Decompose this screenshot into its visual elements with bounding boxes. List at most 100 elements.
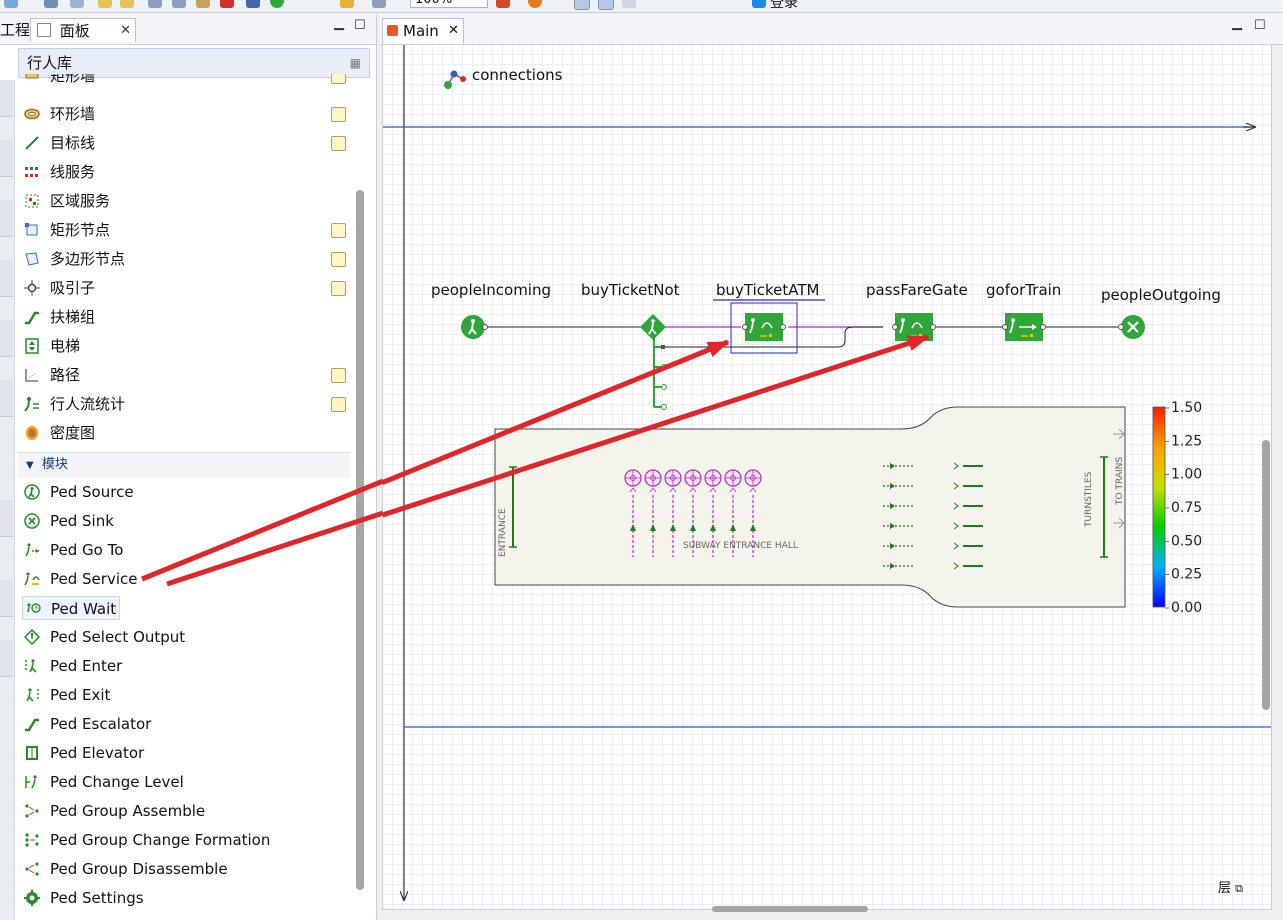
lib-item-target-line[interactable]: 目标线 <box>22 131 348 155</box>
lib-item-ped-service[interactable]: Ped Service <box>22 567 348 591</box>
block-peopleIncoming[interactable] <box>461 315 488 339</box>
minimize-icon[interactable]: ▁ <box>334 16 344 31</box>
edit-icon[interactable] <box>331 397 346 412</box>
tab-main-label: Main <box>403 22 439 40</box>
cut-icon[interactable] <box>148 0 162 8</box>
lib-item-ped-source[interactable]: Ped Source <box>22 480 348 504</box>
record-icon[interactable] <box>528 0 542 8</box>
block-goforTrain[interactable] <box>1002 313 1046 341</box>
edit-icon[interactable] <box>331 368 346 383</box>
section-modules[interactable]: ▼ 模块 <box>18 452 350 478</box>
lib-item-ped-group-change-formation[interactable]: Ped Group Change Formation <box>22 828 348 852</box>
edit-icon[interactable] <box>331 223 346 238</box>
undo-icon[interactable] <box>98 0 112 8</box>
canvas-horizontal-scrollbar[interactable] <box>712 906 868 912</box>
build-icon[interactable] <box>246 0 260 8</box>
legend-tick-label: 1.25 <box>1171 433 1202 449</box>
port[interactable] <box>661 345 665 349</box>
grid-view-icon[interactable]: ▦ <box>350 49 361 77</box>
login-link[interactable]: 登录 <box>770 0 798 12</box>
lib-item-label: Ped Escalator <box>50 715 152 733</box>
lib-item-label: 环形墙 <box>50 105 96 123</box>
layers-button[interactable]: 层 ⧉ <box>1218 877 1243 896</box>
edit-icon[interactable] <box>331 74 346 84</box>
agent-icon <box>387 25 398 36</box>
palette-scrollbar[interactable] <box>356 190 364 890</box>
tab-project[interactable]: 工程 <box>0 18 30 42</box>
lib-item-ped-settings[interactable]: Ped Settings <box>22 886 348 910</box>
lib-item-ped-change-level[interactable]: Ped Change Level <box>22 770 348 794</box>
model-canvas[interactable]: connections peopleIncoming buyTicketNot … <box>382 44 1272 910</box>
tools-icon[interactable] <box>372 0 386 8</box>
gutter-tab[interactable] <box>0 320 13 357</box>
lib-item-polygon-node[interactable]: 多边形节点 <box>22 247 348 271</box>
lib-item-ped-select-output[interactable]: Ped Select Output <box>22 625 348 649</box>
block-buyTicketATM[interactable] <box>730 302 798 354</box>
save-all-icon[interactable] <box>70 0 84 8</box>
tab-main[interactable]: Main ✕ <box>382 18 464 44</box>
maximize-icon[interactable]: ☐ <box>354 18 366 33</box>
grid-icon[interactable] <box>574 0 590 10</box>
port[interactable] <box>661 384 667 390</box>
entrance-hall-area[interactable] <box>494 406 1126 608</box>
port[interactable] <box>661 404 667 410</box>
block-peopleOutgoing[interactable] <box>1118 315 1146 339</box>
lib-item-ring-wall[interactable]: 环形墙 <box>22 102 348 126</box>
save-icon[interactable] <box>44 0 58 8</box>
lib-item-line-service[interactable]: 线服务 <box>22 160 348 184</box>
lib-item-attractor[interactable]: 吸引子 <box>22 276 348 300</box>
gutter-tab[interactable] <box>0 200 13 237</box>
lib-item-rect-node[interactable]: 矩形节点 <box>22 218 348 242</box>
lib-item-density-map[interactable]: 密度图 <box>22 421 348 445</box>
wand-icon[interactable] <box>340 0 354 8</box>
delete-icon[interactable] <box>220 0 234 8</box>
lib-item-path[interactable]: 路径 <box>22 363 348 387</box>
paste-icon[interactable] <box>196 0 210 8</box>
snap-icon[interactable] <box>598 0 614 10</box>
minimize-icon[interactable]: ▁ <box>1232 16 1242 31</box>
gutter-tab[interactable] <box>0 640 13 677</box>
edit-icon[interactable] <box>331 281 346 296</box>
maximize-icon[interactable]: ☐ <box>1254 18 1266 33</box>
lib-item-label: Ped Wait <box>51 600 117 618</box>
connections-icon[interactable] <box>444 70 466 90</box>
lib-item-rect-wall[interactable]: 矩形墙 <box>22 74 348 88</box>
close-icon[interactable]: ✕ <box>120 19 131 43</box>
run-icon[interactable] <box>270 0 284 8</box>
lib-item-ped-elevator[interactable]: Ped Elevator <box>22 741 348 765</box>
lib-item-ped-group-assemble[interactable]: Ped Group Assemble <box>22 799 348 823</box>
lib-item-area-service[interactable]: 区域服务 <box>22 189 348 213</box>
gutter-tab[interactable] <box>0 580 13 617</box>
lib-item-ped-group-disassemble[interactable]: Ped Group Disassemble <box>22 857 348 881</box>
gutter-tab[interactable] <box>0 140 13 177</box>
new-icon[interactable] <box>4 0 18 8</box>
block-buyTicketNot[interactable] <box>640 314 666 340</box>
copy-icon[interactable] <box>172 0 186 8</box>
canvas-vertical-scrollbar[interactable] <box>1262 440 1270 710</box>
gutter-tab[interactable] <box>0 500 13 537</box>
gutter-tab[interactable] <box>0 80 13 117</box>
lib-item-ped-wait[interactable]: Ped Wait <box>22 596 120 620</box>
lib-item-ped-exit[interactable]: Ped Exit <box>22 683 348 707</box>
layout-icon[interactable] <box>622 0 636 8</box>
zoom-icon[interactable] <box>496 0 510 8</box>
tab-palette[interactable]: 面板 ✕ <box>30 18 136 42</box>
lib-item-ped-escalator[interactable]: Ped Escalator <box>22 712 348 736</box>
lib-item-ped-flow-stats[interactable]: 行人流统计 <box>22 392 348 416</box>
lib-item-ped-goto[interactable]: Ped Go To <box>22 538 348 562</box>
edit-icon[interactable] <box>331 107 346 122</box>
gutter-tab[interactable] <box>0 380 13 417</box>
lib-item-elevator[interactable]: 电梯 <box>22 334 348 358</box>
line-service-icon <box>25 167 38 177</box>
lib-item-ped-enter[interactable]: Ped Enter <box>22 654 348 678</box>
gutter-tab[interactable] <box>0 260 13 297</box>
redo-icon[interactable] <box>120 0 134 8</box>
block-passFareGate[interactable] <box>892 313 936 341</box>
user-icon[interactable] <box>752 0 766 8</box>
zoom-select[interactable]: 100% <box>410 0 488 8</box>
lib-item-ped-sink[interactable]: Ped Sink <box>22 509 348 533</box>
edit-icon[interactable] <box>331 252 346 267</box>
edit-icon[interactable] <box>331 136 346 151</box>
close-icon[interactable]: ✕ <box>448 19 459 43</box>
lib-item-escalator-group[interactable]: 扶梯组 <box>22 305 348 329</box>
